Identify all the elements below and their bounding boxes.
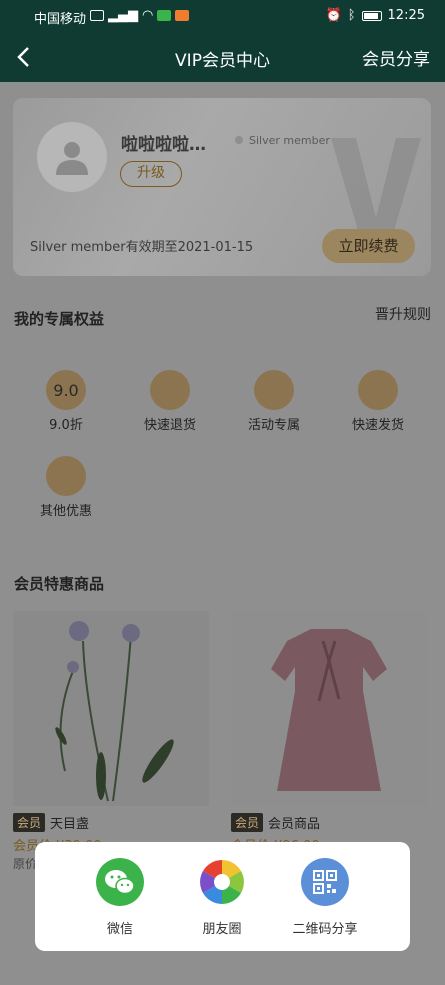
- username: 啦啦啦啦…: [121, 135, 206, 155]
- benefit-exclusive-events[interactable]: 活动专属: [229, 370, 319, 433]
- dress-image: [231, 611, 427, 806]
- moments-icon: [198, 858, 246, 906]
- share-qrcode[interactable]: 二维码分享: [275, 858, 375, 937]
- member-tag: 会员: [13, 813, 46, 832]
- benefit-fast-return[interactable]: 快速退货: [125, 370, 215, 433]
- share-moments[interactable]: 朋友圈: [172, 858, 272, 937]
- product-title-row: 会员 天目盏: [13, 813, 89, 832]
- benefit-label: 快速退货: [143, 418, 196, 433]
- alarm-icon: ⏰: [325, 8, 342, 23]
- benefit-label: 活动专属: [247, 418, 300, 433]
- member-tag: 会员: [231, 813, 264, 832]
- product-name: 会员商品: [268, 817, 321, 832]
- bluetooth-icon: ᛒ: [347, 8, 356, 23]
- share-label: 朋友圈: [202, 922, 242, 937]
- app-notification-icon: [157, 10, 172, 21]
- level-badge-icon: [235, 136, 243, 144]
- wechat-icon: [96, 858, 144, 906]
- status-time: 12:25: [387, 8, 425, 23]
- status-icons-right: ⏰ ᛒ 12:25: [326, 8, 425, 23]
- benefits-title: 我的专属权益: [14, 310, 105, 328]
- products-title: 会员特惠商品: [14, 575, 105, 593]
- member-level: Silver member: [235, 134, 330, 147]
- benefit-other-offers[interactable]: 其他优惠: [21, 456, 111, 519]
- upgrade-button[interactable]: 升级: [120, 161, 182, 187]
- battery-icon: [361, 10, 382, 21]
- membership-expiry: Silver member有效期至2021-01-15: [30, 240, 254, 255]
- share-sheet: 微信 朋友圈 二维码分享: [35, 842, 410, 951]
- share-label: 微信: [106, 922, 133, 937]
- status-bar: 中国移动 ▂▄▆ ◠ ⏰ ᛒ 12:25: [0, 0, 445, 32]
- benefit-label: 其他优惠: [39, 504, 92, 519]
- fast-shipping-icon: [358, 370, 398, 410]
- promotion-rules-link[interactable]: 晋升规则: [375, 304, 431, 324]
- member-share-button[interactable]: 会员分享: [362, 45, 430, 70]
- benefit-label: 快速发货: [351, 418, 404, 433]
- other-offers-icon: [46, 456, 86, 496]
- flower-image: [13, 611, 209, 806]
- product-image-dress[interactable]: [231, 611, 427, 806]
- benefit-label: 9.0折: [49, 418, 83, 433]
- membership-card: 啦啦啦啦… Silver member 升级 Silver member有效期至…: [13, 98, 431, 276]
- hd-icon: [90, 10, 104, 21]
- product-original-price: 原价: [13, 857, 38, 871]
- app-notification-icon-2: [175, 10, 190, 21]
- share-wechat[interactable]: 微信: [70, 858, 170, 937]
- share-label: 二维码分享: [292, 922, 358, 937]
- product-title-row: 会员 会员商品: [231, 813, 320, 832]
- benefit-discount[interactable]: 9.0 9.0折: [21, 370, 111, 433]
- user-icon: [56, 142, 88, 175]
- wifi-icon: ◠: [142, 8, 154, 23]
- renew-button[interactable]: 立即续费: [322, 229, 415, 263]
- discount-icon: 9.0: [46, 370, 86, 410]
- exclusive-events-icon: [254, 370, 294, 410]
- product-image-flower[interactable]: [13, 611, 209, 806]
- navbar: VIP会员中心 会员分享: [0, 32, 445, 82]
- member-level-label: Silver member: [249, 134, 330, 147]
- carrier-label: 中国移动: [34, 12, 87, 27]
- fast-return-icon: [150, 370, 190, 410]
- status-icons-left: ▂▄▆ ◠: [90, 8, 190, 23]
- benefit-fast-shipping[interactable]: 快速发货: [333, 370, 423, 433]
- qrcode-icon: [301, 858, 349, 906]
- avatar[interactable]: [37, 122, 107, 192]
- signal-icon: ▂▄▆: [108, 8, 138, 23]
- product-name: 天目盏: [50, 817, 90, 832]
